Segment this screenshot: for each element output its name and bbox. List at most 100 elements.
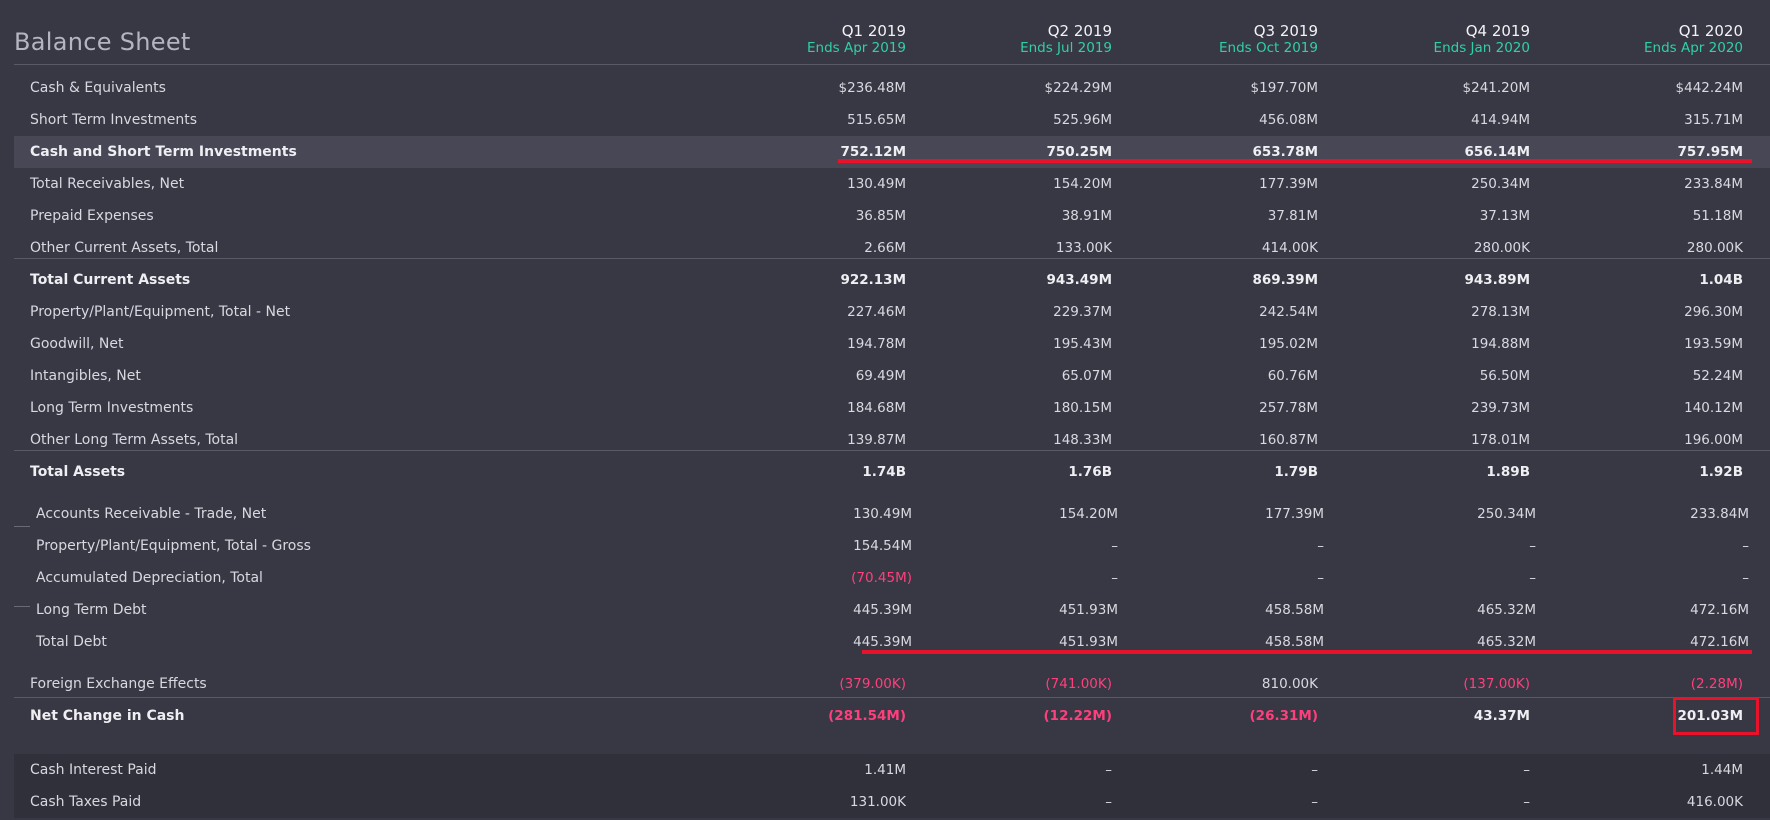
- table-cell: 1.44M: [1701, 762, 1743, 778]
- table-cell: 515.65M: [847, 112, 906, 128]
- table-row: Cash and Short Term Investments 752.12M 75…: [14, 136, 1770, 168]
- table-cell: 195.02M: [1259, 336, 1318, 352]
- table-cell: 139.87M: [847, 432, 906, 448]
- column-period-end: Ends Oct 2019: [1219, 40, 1318, 56]
- table-row: Property/Plant/Equipment, Total - Gross 1…: [14, 530, 1770, 562]
- table-cell: –: [1523, 762, 1530, 778]
- table-cell: (26.31M): [1249, 708, 1318, 724]
- table-cell: 36.85M: [855, 208, 906, 224]
- table-cell: $442.24M: [1675, 80, 1743, 96]
- table-row: Intangibles, Net 69.49M 65.07M 60.76M 56.50M…: [14, 360, 1770, 392]
- row-label: Other Current Assets, Total: [30, 240, 219, 256]
- table-cell: 445.39M: [853, 602, 912, 618]
- table-cell: 233.84M: [1690, 506, 1749, 522]
- table-cell: 56.50M: [1479, 368, 1530, 384]
- table-cell: –: [1311, 794, 1318, 810]
- row-label: Net Change in Cash: [30, 708, 185, 724]
- column-header: Q2 2019 Ends Jul 2019: [912, 22, 1112, 57]
- row-divider: [14, 697, 1770, 698]
- column-period-end: Ends Apr 2019: [807, 40, 906, 56]
- table-cell: –: [1105, 762, 1112, 778]
- table-cell: 465.32M: [1477, 602, 1536, 618]
- row-label: Total Current Assets: [30, 272, 191, 288]
- table-cell: 194.88M: [1471, 336, 1530, 352]
- table-cell: –: [1529, 538, 1536, 554]
- row-label: Intangibles, Net: [30, 368, 141, 384]
- table-row: Total Current Assets 922.13M 943.49M 869.39…: [14, 264, 1770, 296]
- table-cell: $241.20M: [1462, 80, 1530, 96]
- column-quarter: Q2 2019: [1047, 22, 1112, 40]
- table-cell: 178.01M: [1471, 432, 1530, 448]
- table-row: Goodwill, Net 194.78M 195.43M 195.02M 194.88…: [14, 328, 1770, 360]
- table-cell: 943.89M: [1464, 272, 1530, 288]
- table-cell: 1.76B: [1068, 464, 1112, 480]
- table-cell: 38.91M: [1061, 208, 1112, 224]
- table-cell: (70.45M): [851, 570, 912, 586]
- table-cell: 69.49M: [855, 368, 906, 384]
- table-cell: –: [1105, 794, 1112, 810]
- table-row: Cash & Equivalents $236.48M $224.29M $197.7…: [14, 72, 1770, 104]
- table-row: Cash Taxes Paid 131.00K – – – 416.00K: [14, 786, 1770, 818]
- table-cell: 1.74B: [862, 464, 906, 480]
- column-quarter: Q1 2020: [1678, 22, 1743, 40]
- table-cell: 257.78M: [1259, 400, 1318, 416]
- table-cell: 194.78M: [847, 336, 906, 352]
- column-quarter: Q1 2019: [841, 22, 906, 40]
- table-cell: 1.79B: [1274, 464, 1318, 480]
- column-quarter: Q3 2019: [1253, 22, 1318, 40]
- table-cell: 1.89B: [1486, 464, 1530, 480]
- table-cell: 160.87M: [1259, 432, 1318, 448]
- table-row: Property/Plant/Equipment, Total - Net 227…: [14, 296, 1770, 328]
- table-cell: 250.34M: [1477, 506, 1536, 522]
- table-cell: 65.07M: [1061, 368, 1112, 384]
- table-cell: 2.66M: [864, 240, 906, 256]
- row-label: Total Receivables, Net: [30, 176, 185, 192]
- row-label: Cash & Equivalents: [30, 80, 166, 96]
- table-cell: (12.22M): [1043, 708, 1112, 724]
- row-label: Cash and Short Term Investments: [30, 144, 297, 160]
- table-cell: 154.20M: [1053, 176, 1112, 192]
- table-cell: $224.29M: [1044, 80, 1112, 96]
- column-quarter: Q4 2019: [1465, 22, 1530, 40]
- table-cell: 180.15M: [1053, 400, 1112, 416]
- table-cell: 750.25M: [1046, 144, 1112, 160]
- row-divider: [14, 450, 1770, 451]
- row-label: Property/Plant/Equipment, Total - Net: [30, 304, 291, 320]
- table-cell: 414.00K: [1261, 240, 1318, 256]
- table-cell: 278.13M: [1471, 304, 1530, 320]
- table-cell: 51.18M: [1692, 208, 1743, 224]
- table-row: Total Receivables, Net 130.49M 154.20M 177.…: [14, 168, 1770, 200]
- table-row: Accumulated Depreciation, Total (70.45M) –…: [14, 562, 1770, 594]
- table-row: Short Term Investments 515.65M 525.96M 456.…: [14, 104, 1770, 136]
- table-cell: 869.39M: [1252, 272, 1318, 288]
- table-cell: 414.94M: [1471, 112, 1530, 128]
- table-row: Net Change in Cash (281.54M) (12.22M) (26.3…: [14, 700, 1770, 732]
- table-cell: –: [1742, 570, 1749, 586]
- table-cell: 458.58M: [1265, 602, 1324, 618]
- table-cell: 229.37M: [1053, 304, 1112, 320]
- column-period-end: Ends Jul 2019: [1020, 40, 1112, 56]
- table-cell: 656.14M: [1464, 144, 1530, 160]
- table-row: Other Long Term Assets, Total 139.87M 148.…: [14, 424, 1770, 456]
- table-cell: –: [1111, 538, 1118, 554]
- row-label: Goodwill, Net: [30, 336, 124, 352]
- table-row: Foreign Exchange Effects (379.00K) (741.00…: [14, 668, 1770, 700]
- column-period-end: Ends Apr 2020: [1644, 40, 1743, 56]
- row-label: Total Debt: [36, 634, 107, 650]
- table-cell: 943.49M: [1046, 272, 1112, 288]
- table-cell: 154.20M: [1059, 506, 1118, 522]
- page-title: Balance Sheet: [14, 28, 191, 56]
- row-label: Foreign Exchange Effects: [30, 676, 207, 692]
- table-cell: 177.39M: [1259, 176, 1318, 192]
- table-row: Total Assets 1.74B 1.76B 1.79B 1.89B 1.92B: [14, 456, 1770, 488]
- table-cell: 148.33M: [1053, 432, 1112, 448]
- row-label: Short Term Investments: [30, 112, 197, 128]
- table-cell: 196.00M: [1684, 432, 1743, 448]
- column-header: Q1 2019 Ends Apr 2019: [706, 22, 906, 57]
- table-row: Cash Interest Paid 1.41M – – – 1.44M: [14, 754, 1770, 786]
- table-cell: 60.76M: [1267, 368, 1318, 384]
- row-label: Accounts Receivable - Trade, Net: [36, 506, 267, 522]
- table-cell: –: [1111, 570, 1118, 586]
- table-cell: 193.59M: [1684, 336, 1743, 352]
- table-cell: 140.12M: [1684, 400, 1743, 416]
